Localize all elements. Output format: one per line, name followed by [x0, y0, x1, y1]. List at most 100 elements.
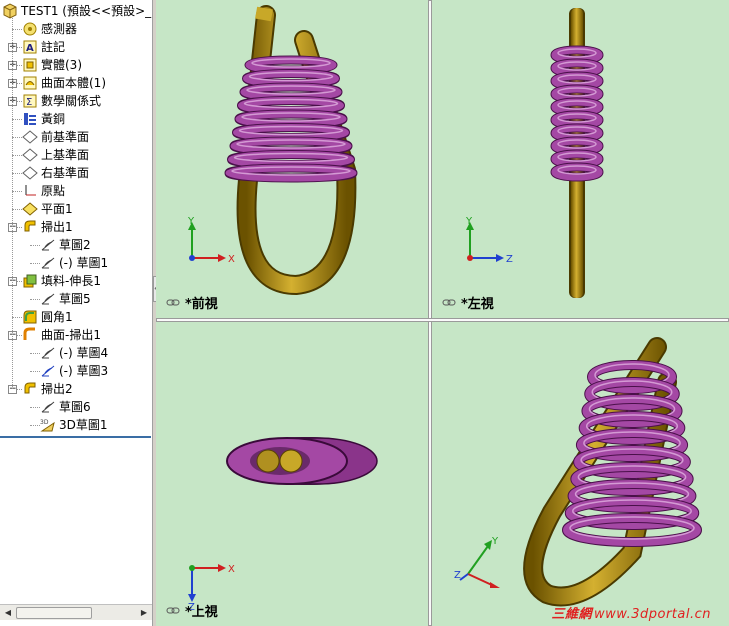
rollback-bar[interactable]	[0, 436, 151, 438]
tree-item[interactable]: 曲面-掃出1	[22, 326, 101, 344]
tree-item[interactable]: (-) 草圖3	[40, 362, 108, 380]
tree-item[interactable]: 平面1	[22, 200, 73, 218]
tree-item-label: 掃出1	[41, 220, 73, 234]
link-icon	[166, 607, 180, 614]
tree-item-label: 草圖2	[59, 238, 91, 252]
tree-item-label: 曲面-掃出1	[41, 328, 101, 342]
tree-connector	[12, 209, 22, 210]
tree-connector	[30, 245, 40, 246]
sketch-blue-icon	[40, 363, 56, 379]
equations-icon: Σ	[22, 93, 38, 109]
tree-item-label: 數學關係式	[41, 94, 102, 108]
plane-icon	[22, 129, 38, 145]
plane-yellow-icon	[22, 201, 38, 217]
tree-item[interactable]: Σ 數學關係式	[22, 92, 101, 110]
tree-item[interactable]: A 註記	[22, 38, 65, 56]
tree-connector	[12, 18, 13, 389]
tree-item[interactable]: (-) 草圖1	[40, 254, 108, 272]
link-icon	[442, 299, 456, 306]
tree-connector	[12, 173, 22, 174]
coordinate-triad: Y Z	[454, 528, 514, 591]
svg-text:A: A	[26, 43, 34, 54]
scroll-right-icon[interactable]: ▶	[137, 606, 151, 620]
tree-item-label: 草圖5	[59, 292, 91, 306]
tree-item[interactable]: (-) 草圖4	[40, 344, 108, 362]
tree-item[interactable]: 填料-伸長1	[22, 272, 101, 290]
view-name-front: *前視	[166, 293, 218, 312]
axis-y-label: Y	[187, 216, 195, 227]
tree-item[interactable]: 圓角1	[22, 308, 73, 326]
sketch-icon	[40, 255, 56, 271]
sketch-icon	[40, 345, 56, 361]
tree-item[interactable]: 原點	[22, 182, 65, 200]
viewport-isometric[interactable]: Y Z 三維網 www.3dportal.cn	[432, 322, 729, 626]
tree-item-label: 前基準面	[41, 130, 90, 144]
tree-item-label: 註記	[41, 40, 66, 54]
axis-y-label: Y	[465, 216, 473, 227]
tree-connector	[12, 317, 22, 318]
tree-item-label: 填料-伸長1	[41, 274, 101, 288]
tree-connector	[12, 119, 22, 120]
coordinate-triad: Y Z	[462, 216, 522, 269]
viewport-top[interactable]: Z X *上視	[156, 322, 428, 626]
tree-item[interactable]: 草圖5	[40, 290, 91, 308]
tree-connector	[12, 155, 22, 156]
tree-item-label: 實體(3)	[41, 58, 82, 72]
tree-item[interactable]: 上基準面	[22, 146, 89, 164]
tree-item[interactable]: 草圖2	[40, 236, 91, 254]
view-name-left: *左視	[442, 293, 494, 312]
tree-item-label: 掃出2	[41, 382, 73, 396]
scroll-left-icon[interactable]: ◀	[1, 606, 15, 620]
tree-item[interactable]: 掃出1	[22, 218, 73, 236]
tree-item-label: 圓角1	[41, 310, 73, 324]
plane-icon	[22, 165, 38, 181]
tree-item[interactable]: 草圖6	[40, 398, 91, 416]
view-name-top: *上視	[166, 601, 218, 620]
viewport-splitter-vertical[interactable]	[428, 0, 432, 626]
tree-item[interactable]: 前基準面	[22, 128, 89, 146]
surface-bodies-icon	[22, 75, 38, 91]
annotation-icon: A	[22, 39, 38, 55]
tree-item-label: 曲面本體(1)	[41, 76, 106, 90]
tree-connector	[30, 299, 40, 300]
tree-item[interactable]: 掃出2	[22, 380, 73, 398]
axis-y-label: Y	[491, 536, 499, 547]
tree-item-label: 平面1	[41, 202, 73, 216]
tree-connector	[12, 29, 22, 30]
tree-item-label: 右基準面	[41, 166, 90, 180]
tree-item-label: (-) 草圖3	[59, 364, 109, 378]
tree-root-label: TEST1 (預設<<預設>_	[21, 4, 152, 18]
tree-item-label: (-) 草圖1	[59, 256, 109, 270]
watermark-cn: 三維網	[551, 607, 593, 622]
tree-item[interactable]: 右基準面	[22, 164, 89, 182]
sketch-icon	[40, 291, 56, 307]
tree-root[interactable]: TEST1 (預設<<預設>_	[2, 2, 151, 20]
link-icon	[166, 299, 180, 306]
sketch-icon	[40, 399, 56, 415]
tree-item[interactable]: 曲面本體(1)	[22, 74, 106, 92]
tree-item-label: 黃銅	[41, 112, 66, 126]
watermark-url: www.3dportal.cn	[594, 607, 711, 622]
tree-connector	[12, 137, 22, 138]
viewport-splitter-horizontal[interactable]	[156, 318, 729, 322]
sensor-icon	[22, 21, 38, 37]
viewport-left[interactable]: Y Z *左視	[432, 0, 729, 318]
tree-connector	[30, 371, 40, 372]
viewport-front[interactable]: Y X *前視	[156, 0, 428, 318]
tree-item[interactable]: 實體(3)	[22, 56, 82, 74]
tree-item[interactable]: 黃銅	[22, 110, 65, 128]
feature-manager-tree: TEST1 (預設<<預設>_ 感測器 A 註記 + 實體(3) + 曲面本體(1) + Σ 數學…	[0, 0, 153, 626]
tree-item[interactable]: 感測器	[22, 20, 77, 38]
svg-text:3D: 3D	[40, 419, 49, 426]
surface-sweep-icon	[22, 327, 38, 343]
solid-bodies-icon	[22, 57, 38, 73]
axis-z-label: Z	[506, 254, 513, 265]
tree-item-label: 感測器	[41, 22, 78, 36]
svg-text:Σ: Σ	[26, 97, 32, 108]
horizontal-scrollbar[interactable]: ◀ ▶	[0, 604, 152, 620]
part-icon	[2, 3, 18, 19]
tree-connector	[30, 425, 40, 426]
scrollbar-thumb[interactable]	[16, 607, 92, 619]
origin-icon	[22, 183, 38, 199]
tree-item[interactable]: 3D 3D草圖1	[40, 416, 108, 434]
